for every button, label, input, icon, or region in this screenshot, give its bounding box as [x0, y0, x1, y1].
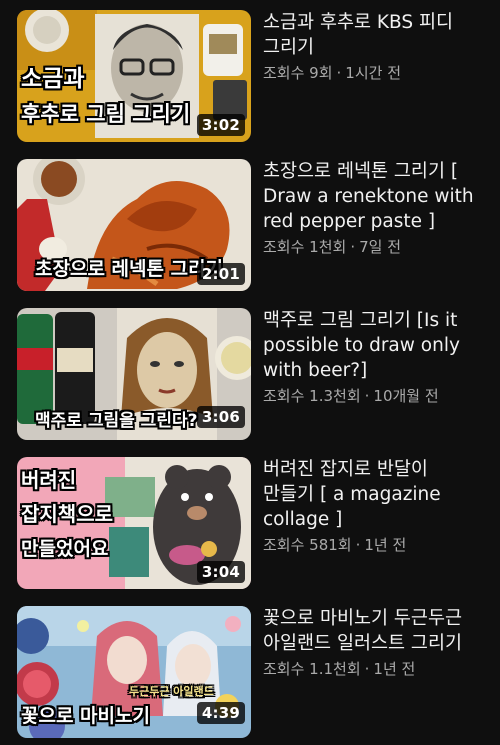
upload-age: 7일 전 [359, 238, 402, 256]
upload-age: 10개월 전 [373, 387, 439, 405]
video-title[interactable]: 소금과 후추로 KBS 피디 그리기 [263, 10, 483, 60]
duration-badge: 3:04 [196, 561, 245, 583]
upload-age: 1시간 전 [345, 64, 402, 82]
video-meta: 조회수 581회 · 1년 전 [263, 535, 483, 555]
video-info: 소금과 후추로 KBS 피디 그리기 조회수 9회 · 1시간 전 [263, 10, 483, 83]
meta-separator: · [336, 64, 342, 82]
video-info: 맥주로 그림 그리기 [Is it possible to draw only … [263, 308, 483, 406]
thumbnail-caption-line-1: 꽃으로 마비노기 [21, 705, 150, 727]
meta-separator: · [350, 238, 356, 256]
thumbnail-caption-line-1: 소금과 [21, 66, 85, 92]
video-info: 초장으로 레넥톤 그리기 [ Draw a renektone with red… [263, 159, 483, 257]
video-item[interactable]: 초장으로 레넥톤 그리기 2:01 초장으로 레넥톤 그리기 [ Draw a … [0, 159, 500, 291]
view-count: 조회수 1.3천회 [263, 387, 361, 405]
meta-separator: · [364, 660, 370, 678]
video-title[interactable]: 버려진 잡지로 반달이 만들기 [ a magazine collage ] [263, 457, 483, 532]
video-meta: 조회수 1천회 · 7일 전 [263, 237, 483, 257]
video-title[interactable]: 맥주로 그림 그리기 [Is it possible to draw only … [263, 308, 483, 383]
thumbnail-caption-line-1: 맥주로 그림을 그린다? [35, 411, 198, 431]
video-item[interactable]: 두근두근 아일랜드 꽃으로 마비노기 4:39 꽃으로 마비노기 두근두근 아일… [0, 606, 500, 738]
view-count: 조회수 1.1천회 [263, 660, 361, 678]
duration-badge: 2:01 [196, 263, 245, 285]
upload-age: 1년 전 [373, 660, 416, 678]
thumbnail-caption-line-3: 만들었어요 [21, 538, 109, 560]
video-item[interactable]: 맥주로 그림을 그린다? 3:06 맥주로 그림 그리기 [Is it poss… [0, 308, 500, 440]
video-list: 소금과 후추로 그림 그리기 3:02 소금과 후추로 KBS 피디 그리기 조… [0, 0, 500, 745]
upload-age: 1년 전 [364, 536, 407, 554]
thumbnail-caption-line-2: 후추로 그림 그리기 [21, 102, 191, 126]
video-thumbnail[interactable]: 버려진 잡지책으로 만들었어요 3:04 [17, 457, 251, 589]
view-count: 조회수 581회 [263, 536, 352, 554]
video-thumbnail[interactable]: 두근두근 아일랜드 꽃으로 마비노기 4:39 [17, 606, 251, 738]
thumbnail-tag: 두근두근 아일랜드 [129, 685, 214, 698]
duration-badge: 4:39 [196, 702, 245, 724]
duration-badge: 3:06 [196, 406, 245, 428]
thumbnail-caption-line-1: 초장으로 레넥톤 그리기 [35, 258, 224, 280]
video-thumbnail[interactable]: 초장으로 레넥톤 그리기 2:01 [17, 159, 251, 291]
video-info: 꽃으로 마비노기 두근두근 아일랜드 일러스트 그리기 조회수 1.1천회 · 1년… [263, 606, 483, 679]
video-title[interactable]: 초장으로 레넥톤 그리기 [ Draw a renektone with red… [263, 159, 483, 234]
video-item[interactable]: 버려진 잡지책으로 만들었어요 3:04 버려진 잡지로 반달이 만들기 [ a… [0, 457, 500, 589]
thumbnail-caption-line-1: 버려진 [21, 468, 77, 492]
video-meta: 조회수 9회 · 1시간 전 [263, 63, 483, 83]
video-title[interactable]: 꽃으로 마비노기 두근두근 아일랜드 일러스트 그리기 [263, 606, 483, 656]
thumbnail-caption-line-2: 잡지책으로 [21, 502, 113, 526]
video-meta: 조회수 1.1천회 · 1년 전 [263, 659, 483, 679]
view-count: 조회수 9회 [263, 64, 333, 82]
meta-separator: · [355, 536, 361, 554]
video-meta: 조회수 1.3천회 · 10개월 전 [263, 386, 483, 406]
meta-separator: · [364, 387, 370, 405]
video-thumbnail[interactable]: 소금과 후추로 그림 그리기 3:02 [17, 10, 251, 142]
video-item[interactable]: 소금과 후추로 그림 그리기 3:02 소금과 후추로 KBS 피디 그리기 조… [0, 10, 500, 142]
video-info: 버려진 잡지로 반달이 만들기 [ a magazine collage ] 조… [263, 457, 483, 555]
video-thumbnail[interactable]: 맥주로 그림을 그린다? 3:06 [17, 308, 251, 440]
view-count: 조회수 1천회 [263, 238, 347, 256]
duration-badge: 3:02 [196, 114, 245, 136]
